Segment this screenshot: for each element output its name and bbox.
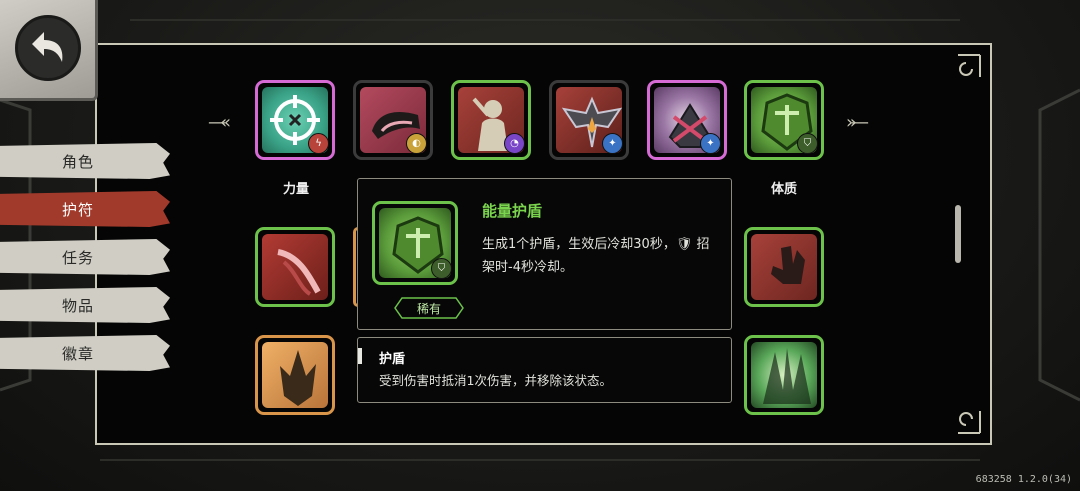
charm-card[interactable] <box>744 335 824 415</box>
charm-card[interactable]: ◔ <box>451 80 531 160</box>
strength-badge-icon: ϟ <box>308 133 329 154</box>
intellect-badge-icon: ◔ <box>504 133 525 154</box>
scroll-left-arrow-icon[interactable]: —« <box>208 112 231 133</box>
charm-card[interactable] <box>255 335 335 415</box>
charm-label: 体质 <box>770 182 797 197</box>
charm-card[interactable]: ✦ <box>549 80 629 160</box>
tooltip-description: 生成1个护盾，生效后冷却30秒，🛡 招架时-4秒冷却。 <box>482 237 710 275</box>
status-title: 护盾 <box>379 352 406 367</box>
rarity-tag: 稀有 <box>394 297 464 319</box>
ribbon-slash-icon <box>277 249 321 296</box>
tab-quests[interactable]: 任务 <box>0 239 170 275</box>
tooltip-title: 能量护盾 <box>482 202 543 220</box>
tooltip-charm-icon: ⛉ <box>372 201 458 285</box>
sense-badge-icon: ✦ <box>602 133 623 154</box>
rarity-label: 稀有 <box>416 301 441 316</box>
charm-card[interactable]: ◐ <box>353 80 433 160</box>
status-marker <box>358 348 362 364</box>
tab-charms[interactable]: 护符 <box>0 191 170 227</box>
charm-card[interactable]: ⛉ <box>744 80 824 160</box>
version-label: 683258 1.2.0(34) <box>975 474 1072 485</box>
status-tooltip: 护盾 受到伤害时抵消1次伤害，并移除该状态。 <box>357 337 732 403</box>
status-description: 受到伤害时抵消1次伤害，并移除该状态。 <box>379 373 612 388</box>
tab-badges[interactable]: 徽章 <box>0 335 170 371</box>
scroll-right-arrow-icon[interactable]: »— <box>846 112 869 133</box>
charm-card[interactable]: ϟ <box>255 80 335 160</box>
charm-label: 力量 <box>282 182 309 197</box>
back-arrow-icon <box>15 15 81 81</box>
charm-card[interactable] <box>744 227 824 307</box>
grabbing-hand-icon <box>771 246 805 284</box>
tab-character[interactable]: 角色 <box>0 143 170 179</box>
charm-card[interactable] <box>255 227 335 307</box>
tab-items[interactable]: 物品 <box>0 287 170 323</box>
charm-card[interactable]: ✦ <box>647 80 727 160</box>
sense-badge-icon: ✦ <box>700 133 721 154</box>
shield-badge-icon: ⛉ <box>431 258 452 279</box>
back-button[interactable] <box>0 0 98 101</box>
green-burst-icon <box>763 348 811 404</box>
charm-tooltip: ⛉ 能量护盾 生成1个护盾，生效后冷却30秒，🛡 招架时-4秒冷却。 稀有 <box>357 178 732 330</box>
corner-ornament-icon <box>958 54 981 77</box>
crystal-shards-icon <box>280 350 316 406</box>
corner-ornament-icon <box>958 411 981 434</box>
agility-badge-icon: ◐ <box>406 133 427 154</box>
shield-badge-icon: ⛉ <box>797 133 818 154</box>
scrollbar-thumb[interactable] <box>955 205 961 263</box>
